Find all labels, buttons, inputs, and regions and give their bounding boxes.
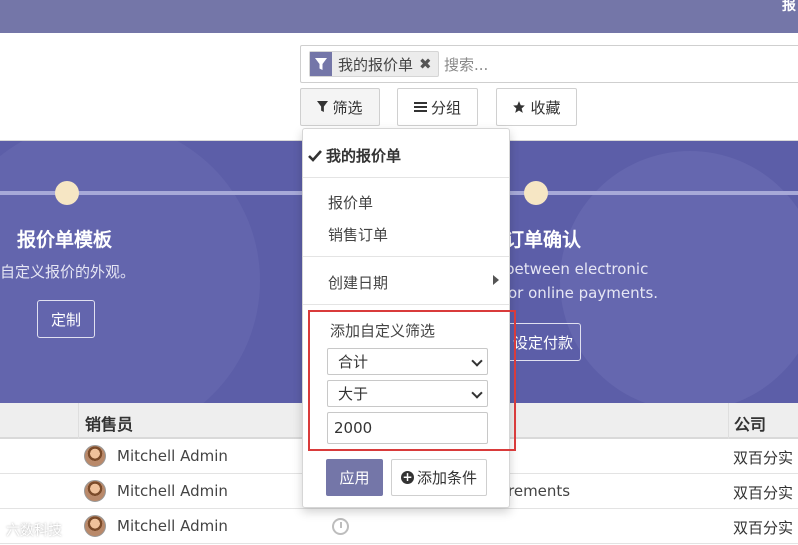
step-description: or online payments. [508, 284, 659, 302]
operator-select-value: 大于 [338, 385, 369, 403]
filter-option-creation-date[interactable]: 创建日期 [328, 272, 388, 293]
favorites-button-label: 收藏 [530, 98, 561, 117]
column-divider [78, 403, 79, 439]
table-row[interactable]: Mitchell Admin 双百分实 [0, 509, 798, 544]
table-cell: rements [508, 482, 571, 500]
menu-divider [303, 177, 509, 178]
top-navbar: 报 [0, 0, 798, 33]
customize-button[interactable]: 定制 [37, 300, 95, 338]
group-by-button[interactable]: 分组 [397, 88, 478, 126]
custom-filter-title: 添加自定义筛选 [330, 322, 436, 340]
chevron-down-icon [471, 355, 483, 367]
caret-right-icon [493, 275, 499, 285]
group-by-button-label: 分组 [430, 98, 461, 117]
column-divider [728, 403, 729, 439]
checkmark-icon [308, 149, 322, 162]
custom-filter-section: 添加自定义筛选 合计 大于 [308, 310, 516, 451]
add-condition-button[interactable]: + 添加条件 [391, 459, 487, 496]
chevron-down-icon [471, 387, 483, 399]
navbar-corner-text[interactable]: 报 [782, 0, 796, 13]
salesperson-cell: Mitchell Admin [117, 447, 228, 465]
step-dot [55, 181, 79, 205]
company-cell: 双百分实 [733, 449, 794, 467]
search-input[interactable] [444, 54, 784, 76]
search-facet: 我的报价单 ✖ [309, 51, 439, 77]
filter-icon [317, 101, 329, 113]
company-cell: 双百分实 [733, 519, 794, 537]
filter-value-input[interactable] [327, 412, 488, 444]
filter-option-label: 我的报价单 [326, 147, 402, 165]
step-title: 报价单模板 [17, 229, 113, 251]
company-cell: 双百分实 [733, 484, 794, 502]
salesperson-cell: Mitchell Admin [117, 517, 228, 535]
field-select[interactable]: 合计 [327, 348, 488, 375]
filter-option-sales-orders[interactable]: 销售订单 [328, 224, 388, 245]
avatar [84, 515, 106, 537]
avatar [84, 445, 106, 467]
filter-button[interactable]: 筛选 [300, 88, 380, 126]
filter-option-quotations[interactable]: 报价单 [328, 192, 373, 213]
avatar [84, 480, 106, 502]
apply-button[interactable]: 应用 [326, 459, 383, 496]
star-icon [513, 101, 526, 113]
field-select-value: 合计 [338, 353, 369, 371]
step-description: 自定义报价的外观。 [0, 263, 136, 281]
facet-remove-icon[interactable]: ✖ [419, 55, 438, 73]
column-header-salesperson[interactable]: 销售员 [85, 411, 133, 435]
step-title: 订单确认 [505, 229, 582, 251]
watermark: 六数科技 [6, 523, 62, 539]
menu-divider [303, 304, 509, 305]
favorites-button[interactable]: 收藏 [496, 88, 577, 126]
plus-circle-icon: + [400, 470, 414, 484]
search-box[interactable]: 我的报价单 ✖ [300, 45, 798, 83]
set-payment-button[interactable]: 设定付款 [505, 323, 581, 361]
column-header-company[interactable]: 公司 [734, 411, 766, 435]
add-condition-label: 添加条件 [416, 469, 477, 487]
filter-icon [310, 52, 332, 76]
filter-option-my-quotations[interactable]: 我的报价单 [308, 145, 401, 166]
menu-divider [303, 256, 509, 257]
step-dot [524, 181, 548, 205]
filter-dropdown-menu: 我的报价单 报价单 销售订单 创建日期 添加自定义筛选 合计 大于 应用 + 添… [302, 128, 516, 508]
facet-label: 我的报价单 [338, 55, 414, 74]
salesperson-cell: Mitchell Admin [117, 482, 228, 500]
list-icon [413, 102, 427, 112]
control-panel: 我的报价单 ✖ 筛选 分组 收藏 [0, 33, 798, 141]
clock-icon[interactable] [332, 518, 349, 535]
operator-select[interactable]: 大于 [327, 380, 488, 407]
filter-button-label: 筛选 [332, 98, 363, 117]
step-description: between electronic [505, 260, 649, 278]
